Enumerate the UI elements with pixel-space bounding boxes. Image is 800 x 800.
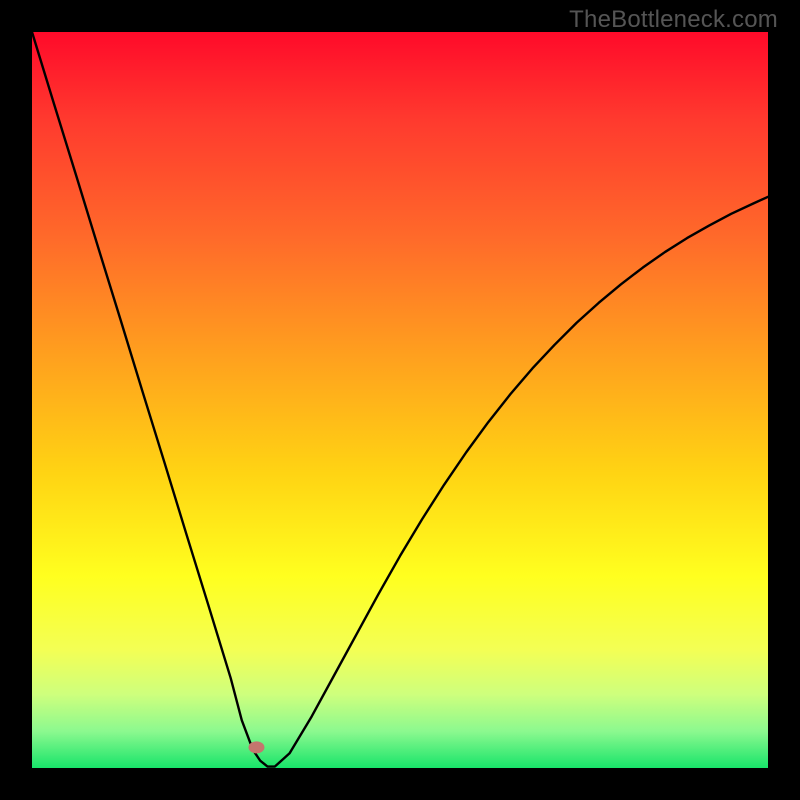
gradient-background bbox=[32, 32, 768, 768]
plot-area bbox=[32, 32, 768, 768]
optimum-marker bbox=[248, 741, 264, 753]
chart-frame: TheBottleneck.com bbox=[0, 0, 800, 800]
bottleneck-chart bbox=[32, 32, 768, 768]
watermark-text: TheBottleneck.com bbox=[569, 6, 778, 34]
